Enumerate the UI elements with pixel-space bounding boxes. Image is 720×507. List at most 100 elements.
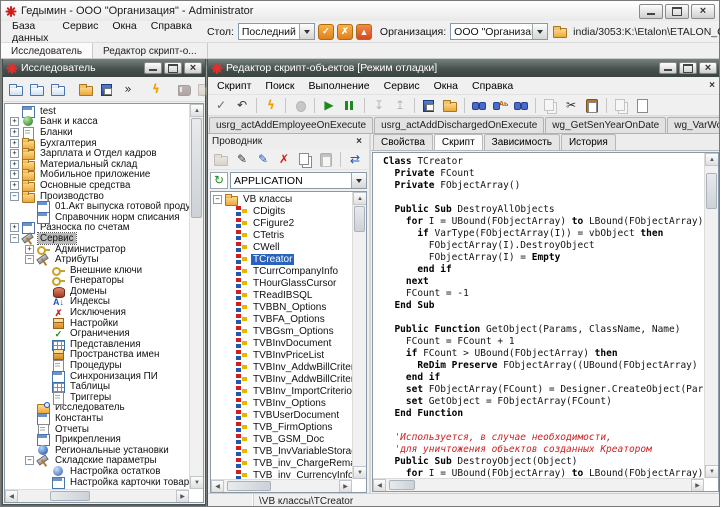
expand-toggle[interactable]: − bbox=[213, 195, 222, 204]
expand-toggle[interactable]: − bbox=[25, 456, 34, 465]
close-icon[interactable] bbox=[691, 4, 715, 19]
tree-item[interactable]: ✗Исключения bbox=[7, 307, 189, 318]
tree-item[interactable]: Представления bbox=[7, 339, 189, 350]
tree-item[interactable]: Таблицы bbox=[7, 381, 189, 392]
tree-item[interactable]: 01.Акт выпуска готовой продукции bbox=[7, 201, 189, 212]
sync-icon[interactable]: ⇄ bbox=[345, 150, 365, 169]
class-tree-root[interactable]: −VB классы bbox=[213, 193, 352, 205]
pause-icon[interactable] bbox=[340, 96, 360, 115]
restore-icon[interactable] bbox=[679, 62, 697, 74]
cancel-button[interactable]: ✗ bbox=[337, 24, 353, 40]
class-item[interactable]: TCreator bbox=[213, 253, 352, 265]
save-icon[interactable] bbox=[97, 80, 117, 99]
class-item[interactable]: CDigits bbox=[213, 205, 352, 217]
close-icon[interactable]: × bbox=[353, 136, 365, 147]
explorer-titlebar[interactable]: Исследователь bbox=[3, 59, 205, 77]
vertical-scrollbar[interactable]: ▲ ▼ bbox=[704, 153, 718, 478]
open-folder-icon[interactable] bbox=[76, 80, 96, 99]
tree-item[interactable]: +Мобильное приложение bbox=[7, 170, 189, 181]
class-item[interactable]: TVBInvPriceList bbox=[213, 349, 352, 361]
tree-item[interactable]: −Атрибуты bbox=[7, 254, 189, 265]
disconnect-button[interactable]: ▲ bbox=[356, 24, 372, 40]
menu-close-icon[interactable]: × bbox=[706, 80, 718, 91]
tree-item[interactable]: −Производство bbox=[7, 191, 189, 202]
namespace-combobox[interactable]: APPLICATION bbox=[230, 172, 367, 189]
tree-item[interactable]: Отчеты bbox=[7, 424, 189, 435]
copy-icon[interactable] bbox=[295, 150, 315, 169]
class-item[interactable]: TVBInvDocument bbox=[213, 337, 352, 349]
tree-item[interactable]: +Банк и касса bbox=[7, 117, 189, 128]
tree-item[interactable]: −Сервис bbox=[7, 233, 189, 244]
delete-icon[interactable]: ✗ bbox=[274, 150, 294, 169]
open-folder-icon[interactable] bbox=[553, 25, 567, 38]
new-page-icon[interactable]: ✎ bbox=[253, 150, 273, 169]
document-tab[interactable]: Скрипт bbox=[434, 134, 483, 150]
new-folder-icon[interactable] bbox=[6, 80, 26, 99]
close-icon[interactable] bbox=[699, 62, 717, 74]
expand-toggle[interactable]: − bbox=[25, 255, 34, 264]
class-item[interactable]: CFigure2 bbox=[213, 217, 352, 229]
tree-item[interactable]: +Бланки bbox=[7, 127, 189, 138]
horizontal-scrollbar[interactable]: ◀ ▶ bbox=[211, 479, 352, 492]
class-item[interactable]: TVB_inv_CurrencyInfo bbox=[213, 469, 352, 479]
tree-item[interactable]: Настройка остатков bbox=[7, 466, 189, 477]
expand-toggle[interactable]: − bbox=[10, 234, 19, 243]
new-page-icon[interactable] bbox=[632, 96, 652, 115]
tree-item[interactable]: Генераторы bbox=[7, 276, 189, 287]
undo-icon[interactable]: ↶ bbox=[232, 96, 252, 115]
class-item[interactable]: TVBInv_AddwBillCriterion bbox=[213, 361, 352, 373]
find-next-icon[interactable] bbox=[511, 96, 531, 115]
class-item[interactable]: TVB_FirmOptions bbox=[213, 421, 352, 433]
lightning-icon[interactable]: ϟ bbox=[146, 80, 166, 99]
tree-item[interactable]: Домены bbox=[7, 286, 189, 297]
class-item[interactable]: THourGlassCursor bbox=[213, 277, 352, 289]
chevron-down-icon[interactable] bbox=[351, 173, 366, 188]
desk-combobox[interactable]: Последний bbox=[238, 23, 315, 40]
script-tab[interactable]: wg_VarWorkDaysCalc bbox=[667, 117, 719, 133]
minimize-icon[interactable] bbox=[144, 62, 162, 74]
tree-item[interactable]: Настройки bbox=[7, 318, 189, 329]
class-item[interactable]: TVBInv_Options bbox=[213, 397, 352, 409]
class-item[interactable]: TVB_inv_ChargeRemains bbox=[213, 457, 352, 469]
tree-item[interactable]: +Зарплата и Отдел кадров bbox=[7, 148, 189, 159]
tree-item[interactable]: test bbox=[7, 106, 189, 117]
expand-toggle[interactable]: + bbox=[25, 245, 34, 254]
edit-folder-icon[interactable] bbox=[27, 80, 47, 99]
tree-item[interactable]: Настройка карточки товара bbox=[7, 477, 189, 488]
chevron-down-icon[interactable] bbox=[299, 24, 314, 39]
class-item[interactable]: TCurrCompanyInfo bbox=[213, 265, 352, 277]
find-replace-icon[interactable] bbox=[490, 96, 510, 115]
expand-toggle[interactable]: + bbox=[10, 117, 19, 126]
expand-toggle[interactable]: + bbox=[10, 170, 19, 179]
expand-toggle[interactable]: + bbox=[10, 223, 19, 232]
minimize-icon[interactable] bbox=[659, 62, 677, 74]
script-tab[interactable]: usrg_actAddEmployeeOnExecute bbox=[209, 117, 373, 133]
tree-item[interactable]: Региональные установки bbox=[7, 445, 189, 456]
maximize-icon[interactable] bbox=[665, 4, 689, 19]
save-icon[interactable] bbox=[419, 96, 439, 115]
close-icon[interactable] bbox=[184, 62, 202, 74]
menu-item-База данных[interactable]: База данных bbox=[5, 18, 55, 46]
tree-item[interactable]: −Складские параметры bbox=[7, 456, 189, 467]
expand-toggle[interactable]: + bbox=[10, 160, 19, 169]
find-icon[interactable] bbox=[469, 96, 489, 115]
class-item[interactable]: TVBInv_AddwBillCriterionMat bbox=[213, 373, 352, 385]
expand-toggle[interactable]: + bbox=[10, 181, 19, 190]
editor-menu-item-Выполнение[interactable]: Выполнение bbox=[302, 79, 377, 93]
chevron-down-icon[interactable] bbox=[532, 24, 547, 39]
tree-item[interactable]: Пространства имен bbox=[7, 350, 189, 361]
minimize-icon[interactable] bbox=[639, 4, 663, 19]
expand-toggle[interactable]: + bbox=[10, 139, 19, 148]
run-play-icon[interactable]: ▶ bbox=[319, 96, 339, 115]
expand-toggle[interactable]: + bbox=[10, 128, 19, 137]
tree-item[interactable]: Синхронизация ПИ bbox=[7, 371, 189, 382]
tree-item[interactable]: Исследователь bbox=[7, 403, 189, 414]
tree-item[interactable]: ✓Ограничения bbox=[7, 328, 189, 339]
script-tab[interactable]: usrg_actAddDischargedOnExecute bbox=[374, 117, 544, 133]
cut-icon[interactable]: ✂ bbox=[561, 96, 581, 115]
class-item[interactable]: TVBFA_Options bbox=[213, 313, 352, 325]
tree-item[interactable]: +Администратор bbox=[7, 244, 189, 255]
class-item[interactable]: TVB_GSM_Doc bbox=[213, 433, 352, 445]
overflow-chevron-icon[interactable]: » bbox=[118, 80, 138, 99]
editor-menu-item-Сервис[interactable]: Сервис bbox=[377, 79, 427, 93]
